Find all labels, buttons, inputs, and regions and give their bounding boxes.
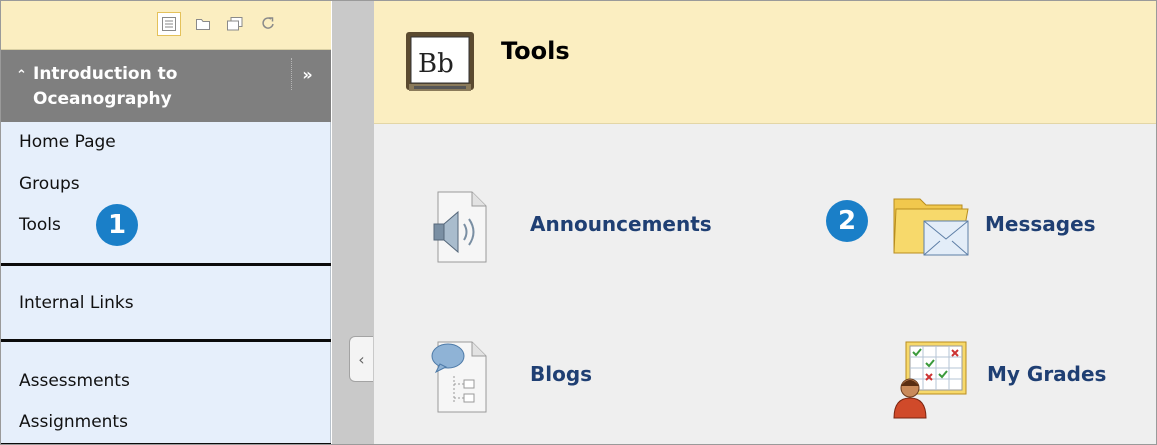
step-badge-2: 2 [826,200,868,242]
sidebar-item-assignments[interactable]: Assignments [19,411,128,433]
refresh-icon[interactable] [256,12,280,36]
course-menu: ⌃ Introduction to Oceanography » Home Pa… [1,1,331,444]
sidebar-item-groups[interactable]: Groups [19,173,80,195]
course-title-line-2: Oceanography [33,89,172,109]
messages-folder-envelope-icon [893,198,969,256]
course-title-line-1: Introduction to [33,64,178,84]
tool-label-my-grades[interactable]: My Grades [987,362,1106,386]
tool-my-grades[interactable]: My Grades [890,336,1150,421]
announcements-speaker-icon [433,191,487,263]
collapse-chevron-icon[interactable]: ⌃ [16,63,27,88]
course-title-header: ⌃ Introduction to Oceanography » [1,50,331,122]
folder-view-icon[interactable] [191,12,215,36]
list-view-icon[interactable] [157,12,181,36]
tool-label-messages[interactable]: Messages [985,212,1096,236]
sidebar-item-tools[interactable]: Tools [19,214,61,236]
my-grades-icon [893,341,967,419]
step-badge-1: 1 [96,204,138,246]
tool-label-announcements[interactable]: Announcements [530,212,712,236]
tool-messages[interactable]: Messages [890,181,1145,266]
window-icon[interactable] [223,12,247,36]
blackboard-logo-icon: Bb [406,32,474,91]
course-title[interactable]: ⌃ Introduction to Oceanography [15,62,275,112]
app-frame: ⌃ Introduction to Oceanography » Home Pa… [0,0,1157,445]
sidebar-item-home-page[interactable]: Home Page [19,131,116,153]
expand-menu-icon[interactable]: » [291,58,323,90]
course-menu-toolbar [1,1,331,50]
tool-blogs[interactable]: Blogs [426,336,676,416]
sidebar-item-assessments[interactable]: Assessments [19,370,130,392]
page-header: Bb Tools [374,1,1156,124]
page-title: Tools [501,37,570,65]
menu-divider [1,263,331,266]
content-area: Bb Tools Announcements 2 Messages Blogs … [374,1,1156,444]
blogs-icon [431,341,487,413]
sidebar-item-internal-links[interactable]: Internal Links [19,292,134,314]
collapse-menu-button[interactable]: ‹ [349,336,373,382]
tool-label-blogs[interactable]: Blogs [530,362,592,386]
menu-divider [1,339,331,342]
tool-announcements[interactable]: Announcements [426,186,756,266]
logo-text: Bb [418,49,454,79]
